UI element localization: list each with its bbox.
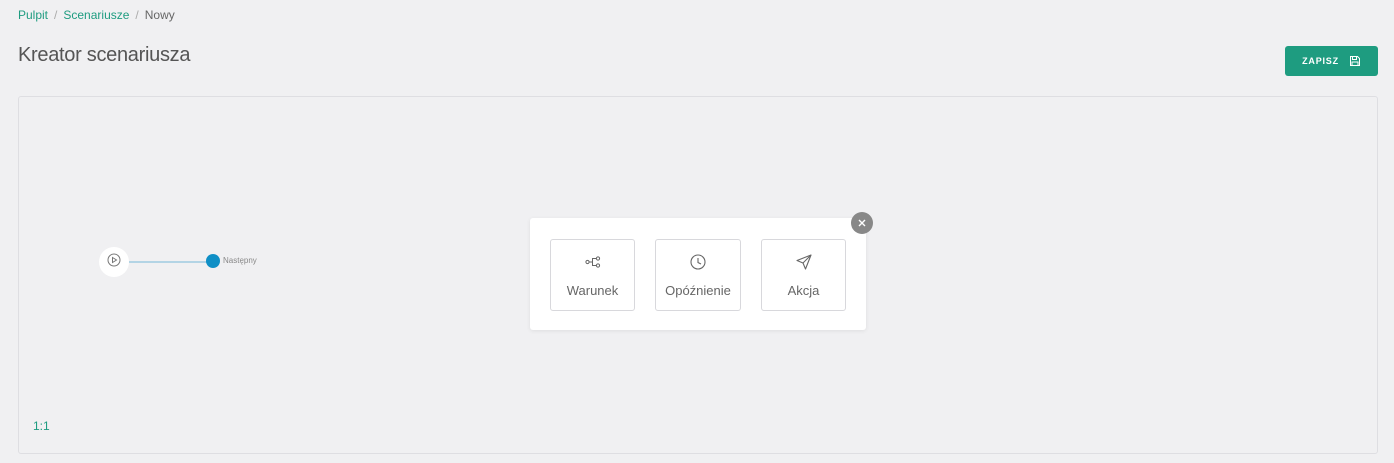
breadcrumb-separator: / [54, 8, 58, 22]
branch-icon [584, 253, 601, 271]
breadcrumb: Pulpit / Scenariusze / Nowy [18, 8, 175, 22]
next-connection-handle[interactable] [206, 254, 220, 268]
breadcrumb-current: Nowy [144, 8, 175, 22]
option-akcja[interactable]: Akcja [761, 239, 846, 311]
floppy-disk-icon [1349, 55, 1361, 67]
save-button-label: ZAPISZ [1302, 56, 1339, 66]
breadcrumb-link-scenariusze[interactable]: Scenariusze [63, 8, 129, 22]
start-node[interactable] [99, 247, 129, 277]
close-popup-button[interactable] [851, 212, 873, 234]
close-icon [858, 214, 866, 232]
option-label: Opóźnienie [665, 283, 731, 298]
clock-icon [690, 253, 706, 271]
breadcrumb-link-pulpit[interactable]: Pulpit [18, 8, 48, 22]
breadcrumb-separator: / [135, 8, 139, 22]
send-icon [795, 253, 812, 271]
page-title: Kreator scenariusza [18, 44, 191, 66]
next-handle-label: Następny [223, 256, 257, 265]
zoom-level[interactable]: 1:1 [33, 419, 50, 433]
option-label: Warunek [566, 283, 619, 298]
option-label: Akcja [787, 283, 820, 298]
save-button[interactable]: ZAPISZ [1285, 46, 1378, 76]
step-type-popup: Warunek Opóźnienie Akcja [530, 218, 866, 330]
option-opoznienie[interactable]: Opóźnienie [655, 239, 741, 311]
play-circle-icon [107, 253, 121, 272]
option-warunek[interactable]: Warunek [550, 239, 635, 311]
connector-line [129, 261, 213, 263]
